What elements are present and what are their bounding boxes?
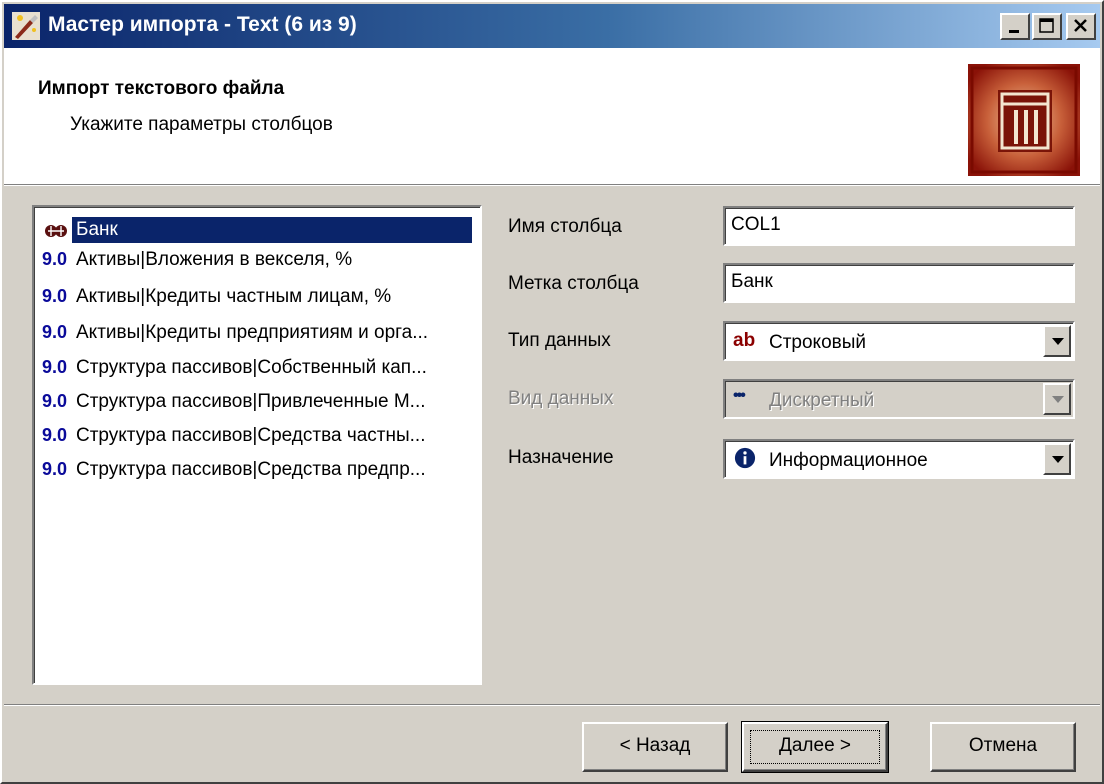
numeric-type-icon: 9.0 xyxy=(42,322,68,342)
title-bar[interactable]: Мастер импорта - Text (6 из 9) xyxy=(4,4,1100,48)
list-item-label: Банк xyxy=(72,217,472,243)
maximize-icon xyxy=(1039,18,1054,33)
focus-rect xyxy=(750,730,880,764)
table-import-icon xyxy=(968,64,1080,176)
list-item[interactable]: Банк xyxy=(40,215,476,245)
maximize-button[interactable] xyxy=(1032,13,1062,40)
wizard-wand-icon xyxy=(12,12,40,40)
list-item-label: Активы|Вложения в векселя, % xyxy=(76,249,353,270)
next-button[interactable]: Далее > xyxy=(741,721,889,773)
column-name-label: Имя столбца xyxy=(508,216,622,237)
discrete-dots-icon: ••• xyxy=(733,387,746,404)
chevron-down-icon xyxy=(1052,396,1064,403)
footer-separator xyxy=(4,704,1100,706)
close-button[interactable] xyxy=(1066,13,1096,40)
wizard-header: Импорт текстового файла Укажите параметр… xyxy=(4,48,1100,184)
step-title: Импорт текстового файла xyxy=(38,78,285,99)
data-kind-label: Вид данных xyxy=(508,388,614,409)
dropdown-button[interactable] xyxy=(1043,325,1071,357)
minimize-icon xyxy=(1009,30,1019,33)
header-separator xyxy=(4,184,1100,186)
info-icon xyxy=(734,447,756,469)
numeric-type-icon: 9.0 xyxy=(42,357,68,377)
data-type-label: Тип данных xyxy=(508,330,611,351)
close-icon xyxy=(1074,19,1087,32)
chevron-down-icon xyxy=(1052,456,1064,463)
purpose-value: Информационное xyxy=(769,450,928,471)
step-subtitle: Укажите параметры столбцов xyxy=(70,114,333,135)
list-item[interactable]: 9.0 Активы|Кредиты предприятиям и орга..… xyxy=(40,318,476,348)
numeric-type-icon: 9.0 xyxy=(42,425,68,445)
string-type-icon: ab xyxy=(733,330,756,351)
list-item-label: Активы|Кредиты частным лицам, % xyxy=(76,286,392,307)
numeric-type-icon: 9.0 xyxy=(42,391,68,411)
columns-list[interactable]: Банк 9.0 Активы|Вложения в векселя, % 9.… xyxy=(32,205,482,685)
list-item-label: Структура пассивов|Привлеченные М... xyxy=(76,391,426,412)
list-item-label: Структура пассивов|Собственный кап... xyxy=(76,357,427,378)
list-item-label: Структура пассивов|Средства частны... xyxy=(76,425,426,446)
minimize-button[interactable] xyxy=(1000,13,1030,40)
list-item-label: Активы|Кредиты предприятиям и орга... xyxy=(76,322,429,343)
list-item[interactable]: 9.0 Структура пассивов|Собственный кап..… xyxy=(40,353,476,383)
chevron-down-icon xyxy=(1052,338,1064,345)
list-item-label: Структура пассивов|Средства предпр... xyxy=(76,459,426,480)
numeric-type-icon: 9.0 xyxy=(42,286,68,306)
data-type-select[interactable]: ab Строковый xyxy=(723,321,1075,361)
list-item[interactable]: 9.0 Структура пассивов|Привлеченные М... xyxy=(40,387,476,417)
data-kind-value: Дискретный xyxy=(769,390,875,411)
list-item[interactable]: 9.0 Активы|Кредиты частным лицам, % xyxy=(40,282,476,312)
numeric-type-icon: 9.0 xyxy=(42,249,68,269)
column-name-input[interactable]: COL1 xyxy=(723,206,1075,246)
back-button[interactable]: < Назад xyxy=(582,722,728,772)
column-label-input[interactable]: Банк xyxy=(723,263,1075,303)
purpose-label: Назначение xyxy=(508,447,614,468)
dropdown-button[interactable] xyxy=(1043,383,1071,415)
data-kind-select[interactable]: ••• Дискретный xyxy=(723,379,1075,419)
list-item[interactable]: 9.0 Структура пассивов|Средства предпр..… xyxy=(40,455,476,485)
data-type-value: Строковый xyxy=(769,332,867,353)
list-item[interactable]: 9.0 Активы|Вложения в векселя, % xyxy=(40,245,476,275)
purpose-select[interactable]: Информационное xyxy=(723,439,1075,479)
numeric-type-icon: 9.0 xyxy=(42,459,68,479)
column-label-label: Метка столбца xyxy=(508,273,639,294)
window-title: Мастер импорта - Text (6 из 9) xyxy=(48,13,357,36)
cancel-button[interactable]: Отмена xyxy=(930,722,1076,772)
list-item[interactable]: 9.0 Структура пассивов|Средства частны..… xyxy=(40,421,476,451)
dropdown-button[interactable] xyxy=(1043,443,1071,475)
import-wizard-window: Мастер импорта - Text (6 из 9) Импорт те… xyxy=(0,0,1104,784)
string-type-icon xyxy=(45,225,67,237)
